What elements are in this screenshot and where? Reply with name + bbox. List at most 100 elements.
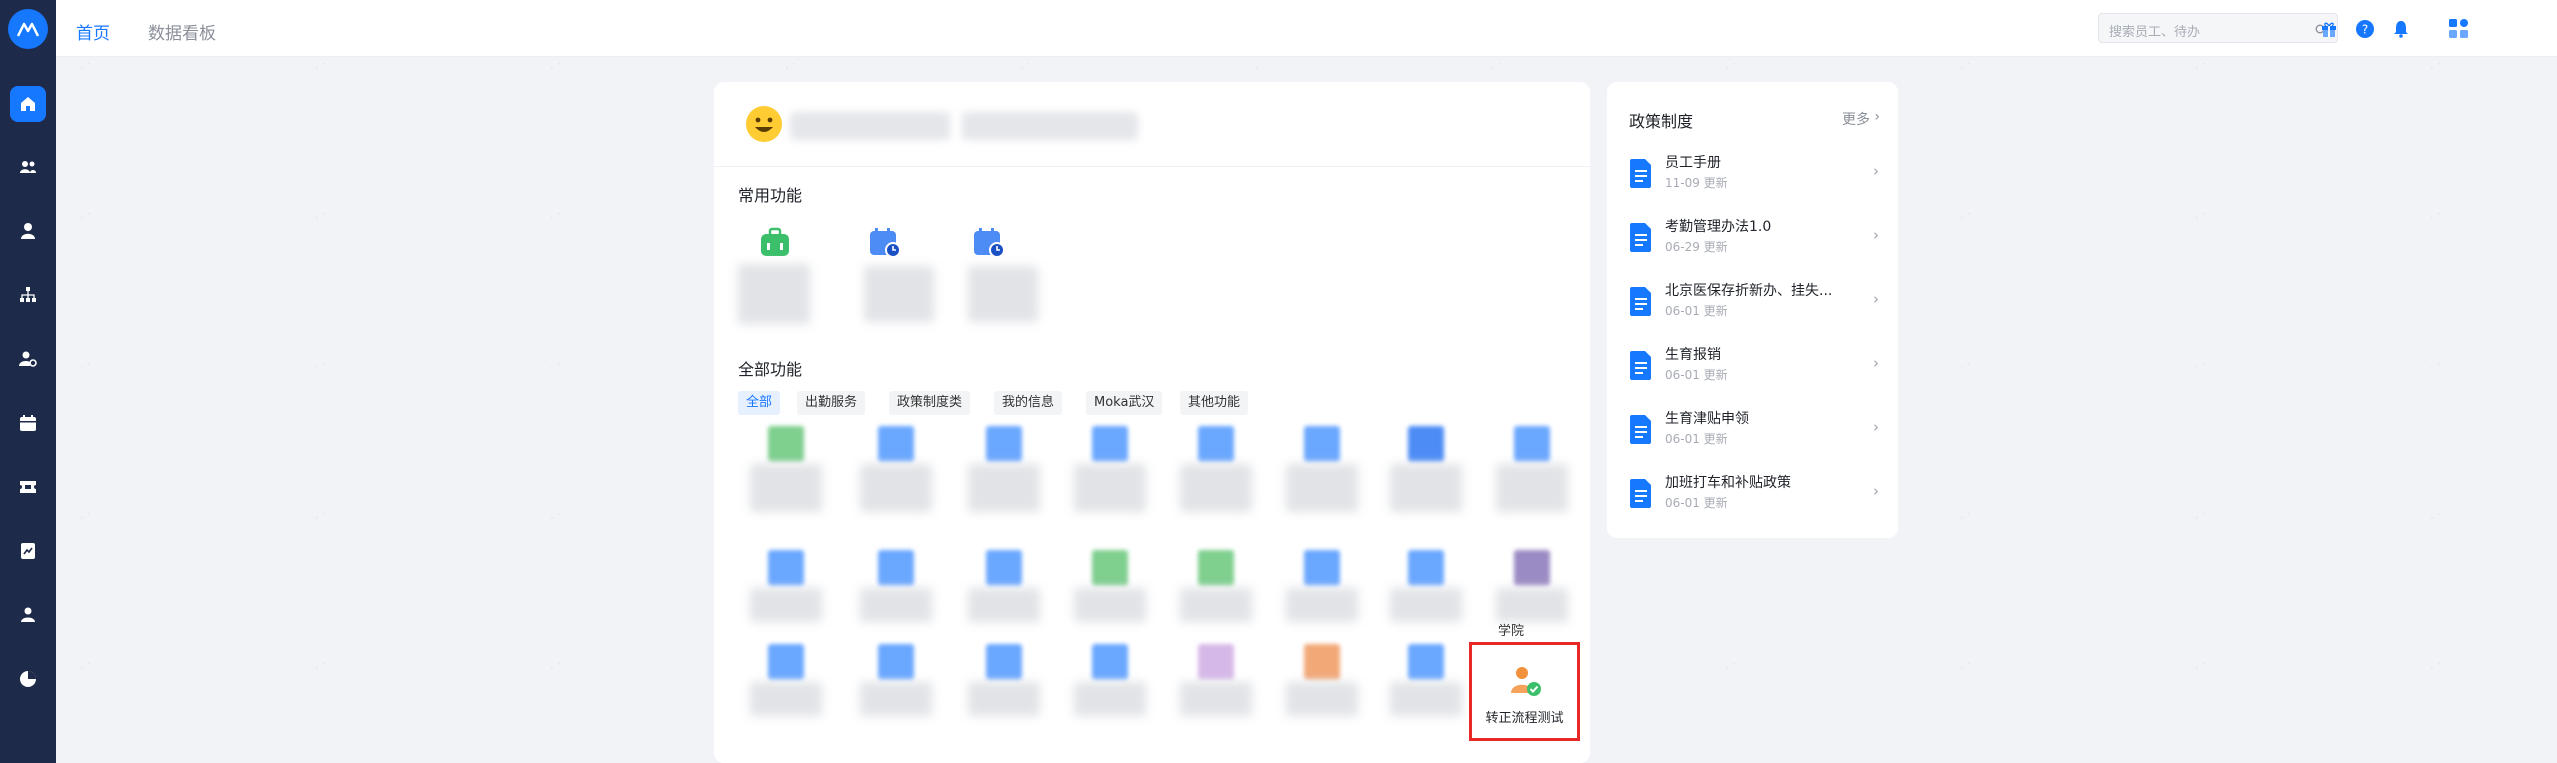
redacted-block bbox=[860, 588, 932, 622]
policy-more-link[interactable]: 更多 bbox=[1842, 109, 1870, 129]
policy-item-date: 06-29 更新 bbox=[1665, 240, 1728, 254]
calendar-clock-icon[interactable] bbox=[868, 225, 902, 259]
watermark: · · bbox=[2191, 506, 2211, 527]
function-tile-icon[interactable] bbox=[878, 550, 914, 586]
bell-icon[interactable] bbox=[2390, 18, 2412, 40]
policy-item[interactable]: 生育报销 06-01 更新 › bbox=[1629, 344, 1879, 400]
redacted-block bbox=[968, 588, 1040, 622]
function-tile-icon[interactable] bbox=[986, 550, 1022, 586]
redacted-block bbox=[968, 682, 1040, 716]
redacted-block bbox=[1286, 682, 1358, 716]
calendar-icon[interactable] bbox=[10, 405, 46, 441]
function-tile-icon[interactable] bbox=[1408, 550, 1444, 586]
function-tile-icon[interactable] bbox=[1304, 550, 1340, 586]
search-placeholder: 搜索员工、待办 bbox=[2109, 25, 2201, 40]
function-tile-icon[interactable] bbox=[1198, 550, 1234, 586]
filter-chip-all[interactable]: 全部 bbox=[738, 391, 781, 415]
redacted-block bbox=[1074, 588, 1146, 622]
function-tile-icon[interactable] bbox=[768, 426, 804, 462]
function-tile-icon[interactable] bbox=[768, 644, 804, 680]
watermark: · · bbox=[76, 56, 96, 77]
calendar-clock-icon[interactable] bbox=[972, 225, 1006, 259]
profile-icon[interactable] bbox=[10, 597, 46, 633]
function-tile-icon[interactable] bbox=[1092, 644, 1128, 680]
function-tile-icon[interactable] bbox=[878, 644, 914, 680]
function-tile-icon[interactable] bbox=[878, 426, 914, 462]
watermark: · · bbox=[1721, 656, 1741, 677]
function-tile-icon[interactable] bbox=[1092, 550, 1128, 586]
watermark: · · bbox=[781, 56, 801, 77]
document-icon bbox=[1630, 351, 1651, 380]
watermark: · · bbox=[2426, 56, 2446, 77]
filter-chip-attendance[interactable]: 出勤服务 bbox=[797, 391, 866, 415]
report-icon[interactable] bbox=[10, 533, 46, 569]
filter-chip-my-info[interactable]: 我的信息 bbox=[994, 391, 1063, 415]
filter-chip-policy[interactable]: 政策制度类 bbox=[889, 391, 971, 415]
chevron-right-icon[interactable]: › bbox=[1874, 109, 1880, 125]
logo-icon[interactable] bbox=[8, 9, 48, 49]
main-card: 常用功能 全部功能 全部 出勤服务 政策制度类 我的信息 Moka武汉 其他功能… bbox=[714, 82, 1590, 763]
policy-item-title: 考勤管理办法1.0 bbox=[1665, 219, 1772, 235]
policy-item[interactable]: 员工手册 11-09 更新 › bbox=[1629, 152, 1879, 208]
tab-home[interactable]: 首页 bbox=[76, 19, 110, 44]
function-tile-icon[interactable] bbox=[1304, 644, 1340, 680]
watermark: · · bbox=[76, 656, 96, 677]
all-functions-title: 全部功能 bbox=[738, 360, 803, 379]
apps-icon[interactable] bbox=[2448, 18, 2470, 40]
watermark: · · bbox=[1016, 56, 1036, 77]
policy-item-title: 员工手册 bbox=[1665, 155, 1721, 171]
org-chart-icon[interactable] bbox=[10, 277, 46, 313]
briefcase-icon[interactable] bbox=[758, 225, 792, 259]
function-tile-icon[interactable] bbox=[1198, 644, 1234, 680]
function-tile-icon[interactable] bbox=[1514, 426, 1550, 462]
policy-item[interactable]: 考勤管理办法1.0 06-29 更新 › bbox=[1629, 216, 1879, 272]
user-icon[interactable] bbox=[10, 213, 46, 249]
chevron-right-icon: › bbox=[1873, 354, 1879, 372]
watermark: · · bbox=[2426, 206, 2446, 227]
function-tile-icon[interactable] bbox=[1198, 426, 1234, 462]
user-approved-icon bbox=[1511, 667, 1541, 696]
watermark: · · bbox=[1486, 56, 1506, 77]
function-tile-icon[interactable] bbox=[768, 550, 804, 586]
function-tile-icon[interactable] bbox=[986, 426, 1022, 462]
function-tile-icon[interactable] bbox=[1408, 644, 1444, 680]
redacted-block bbox=[1180, 682, 1252, 716]
probation-process-test-tile[interactable]: 转正流程测试 bbox=[1469, 642, 1580, 741]
redacted-block bbox=[750, 464, 822, 512]
pie-chart-icon[interactable] bbox=[10, 661, 46, 697]
user-settings-icon[interactable] bbox=[10, 341, 46, 377]
policy-item-date: 11-09 更新 bbox=[1665, 176, 1728, 190]
chevron-right-icon: › bbox=[1873, 162, 1879, 180]
tile-label-partial: 学院 bbox=[1498, 624, 1525, 639]
watermark: · · bbox=[311, 656, 331, 677]
filter-chip-others[interactable]: 其他功能 bbox=[1180, 391, 1249, 415]
common-functions-title: 常用功能 bbox=[738, 186, 803, 205]
redacted-block bbox=[968, 464, 1040, 512]
watermark: · · bbox=[1721, 56, 1741, 77]
watermark: · · bbox=[311, 206, 331, 227]
function-tile-icon[interactable] bbox=[1408, 426, 1444, 462]
chevron-right-icon: › bbox=[1873, 482, 1879, 500]
watermark: · · bbox=[2191, 356, 2211, 377]
smiley-emoji-icon bbox=[746, 106, 782, 142]
chevron-right-icon: › bbox=[1873, 290, 1879, 308]
watermark: · · bbox=[1956, 506, 1976, 527]
ticket-icon[interactable] bbox=[10, 469, 46, 505]
home-icon[interactable] bbox=[10, 86, 46, 122]
policy-item[interactable]: 北京医保存折新办、挂失... 06-01 更新 › bbox=[1629, 280, 1879, 336]
function-tile-icon[interactable] bbox=[986, 644, 1022, 680]
document-icon bbox=[1630, 479, 1651, 508]
search-input[interactable]: 搜索员工、待办 bbox=[2098, 13, 2338, 43]
function-tile-icon[interactable] bbox=[1092, 426, 1128, 462]
team-icon[interactable] bbox=[10, 149, 46, 185]
help-icon[interactable]: ? bbox=[2354, 18, 2376, 40]
policy-item-title: 北京医保存折新办、挂失... bbox=[1665, 283, 1833, 299]
tab-dashboard[interactable]: 数据看板 bbox=[148, 19, 216, 44]
policy-item[interactable]: 生育津贴申领 06-01 更新 › bbox=[1629, 408, 1879, 464]
chevron-right-icon: › bbox=[1873, 226, 1879, 244]
function-tile-icon[interactable] bbox=[1514, 550, 1550, 586]
function-tile-icon[interactable] bbox=[1304, 426, 1340, 462]
filter-chip-moka-wuhan[interactable]: Moka武汉 bbox=[1086, 391, 1163, 415]
policy-item[interactable]: 加班打车和补贴政策 06-01 更新 › bbox=[1629, 472, 1879, 528]
gift-icon[interactable] bbox=[2318, 18, 2340, 40]
